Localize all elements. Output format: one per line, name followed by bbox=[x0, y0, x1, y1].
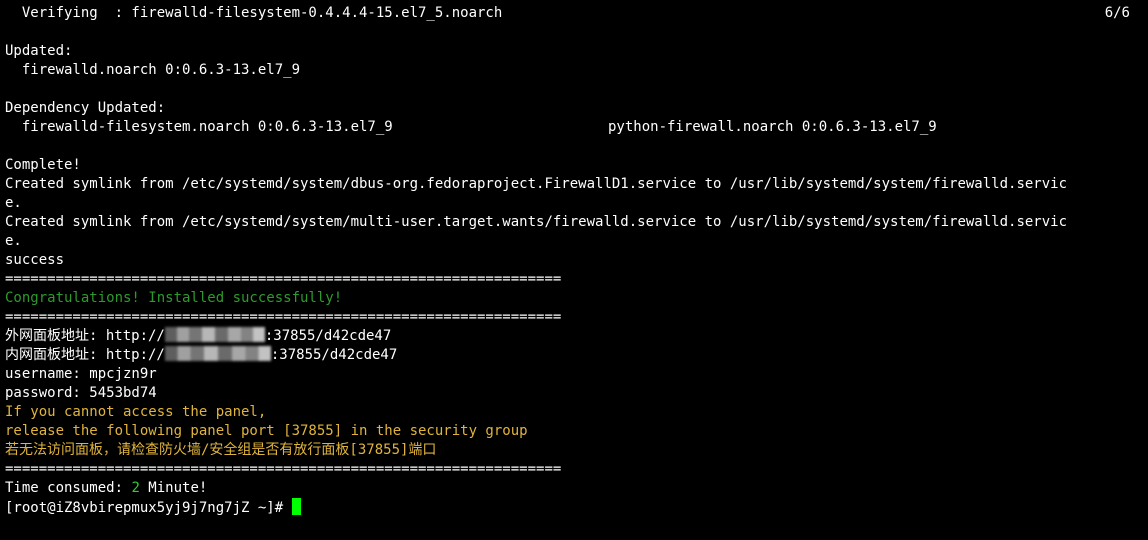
warning-line-2: release the following panel port [37855]… bbox=[5, 423, 528, 439]
dependency-package-2: python-firewall.noarch 0:0.6.3-13.el7_9 bbox=[608, 119, 937, 135]
updated-package: firewalld.noarch 0:0.6.3-13.el7_9 bbox=[5, 62, 301, 78]
command-prompt-line[interactable]: [root@iZ8vbirepmux5yj9j7ng7jZ ~]# bbox=[5, 498, 1148, 517]
verifying-line: Verifying : firewalld-filesystem-0.4.4.4… bbox=[5, 5, 503, 21]
time-suffix: Minute! bbox=[139, 480, 208, 496]
external-address-label: 外网面板地址: http:// bbox=[5, 328, 165, 344]
time-consumed-line: Time consumed: 2 Minute! bbox=[5, 479, 1148, 498]
external-address-suffix: :37855/d42cde47 bbox=[264, 328, 392, 344]
internal-address-suffix: :37855/d42cde47 bbox=[270, 347, 398, 363]
updated-header: Updated: bbox=[5, 43, 73, 59]
separator-line: ========================================… bbox=[5, 461, 562, 477]
separator-line: ========================================… bbox=[5, 271, 562, 287]
time-value: 2 bbox=[131, 480, 140, 496]
time-prefix: Time consumed: bbox=[5, 480, 132, 496]
dependency-packages: firewalld-filesystem.noarch 0:0.6.3-13.e… bbox=[5, 118, 1148, 137]
username-line: username: mpcjzn9r bbox=[5, 366, 157, 382]
external-panel-address[interactable]: 外网面板地址: http:// :37855/d42cde47 bbox=[5, 327, 1148, 346]
dependency-header: Dependency Updated: bbox=[5, 100, 166, 116]
password-line: password: 5453bd74 bbox=[5, 385, 157, 401]
symlink-line-1: Created symlink from /etc/systemd/system… bbox=[5, 176, 1068, 192]
symlink-line-2-wrap: e. bbox=[5, 233, 22, 249]
dependency-package-1: firewalld-filesystem.noarch 0:0.6.3-13.e… bbox=[5, 119, 393, 135]
terminal-cursor[interactable] bbox=[291, 498, 301, 515]
shell-prompt: [root@iZ8vbirepmux5yj9j7ng7jZ ~]# bbox=[5, 500, 292, 516]
symlink-line-1-wrap: e. bbox=[5, 195, 22, 211]
redacted-ip-mosaic bbox=[164, 327, 265, 342]
separator-line: ========================================… bbox=[5, 309, 562, 325]
complete-line: Complete! bbox=[5, 157, 81, 173]
congratulations-line: Congratulations! Installed successfully! bbox=[5, 290, 343, 306]
success-line: success bbox=[5, 252, 65, 268]
symlink-line-2: Created symlink from /etc/systemd/system… bbox=[5, 214, 1068, 230]
warning-line-1: If you cannot access the panel, bbox=[5, 404, 267, 420]
verify-progress-count: 6/6 bbox=[1104, 5, 1130, 21]
internal-panel-address[interactable]: 内网面板地址: http:// :37855/d42cde47 bbox=[5, 346, 1148, 365]
internal-address-label: 内网面板地址: http:// bbox=[5, 347, 165, 363]
redacted-ip-mosaic bbox=[164, 346, 271, 361]
warning-line-3: 若无法访问面板，请检查防火墙/安全组是否有放行面板[37855]端口 bbox=[5, 442, 437, 458]
terminal-window[interactable]: 6/6 Verifying : firewalld-filesystem-0.4… bbox=[0, 0, 1148, 540]
